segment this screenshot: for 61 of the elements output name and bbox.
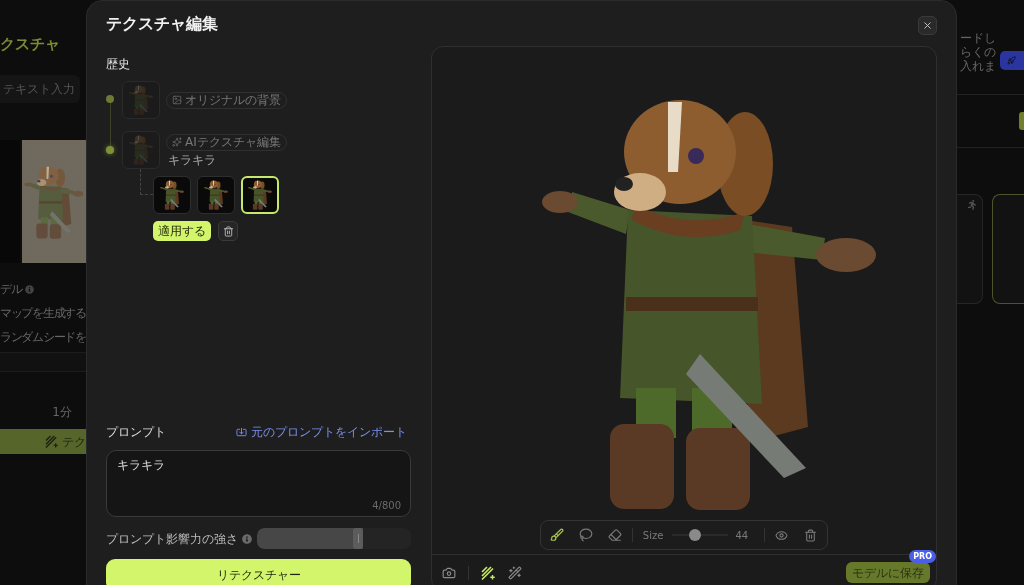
rocket-icon (1007, 56, 1016, 65)
notice-text: ードし らくの 入れま (959, 31, 996, 73)
slider-thumb[interactable] (353, 528, 364, 549)
magic-wand-icon (508, 565, 522, 580)
camera-icon (442, 565, 456, 580)
close-button[interactable] (918, 16, 937, 35)
dog-character-drawing (158, 180, 186, 210)
prompt-heading: プロンプト (106, 424, 166, 441)
retexture-button[interactable]: リテクスチャー (106, 559, 411, 585)
card[interactable] (992, 194, 1024, 304)
history-heading: 歴史 (106, 57, 130, 71)
sparkle-icon (172, 137, 182, 147)
brush-icon (549, 528, 564, 542)
variant-thumbnail[interactable] (197, 176, 235, 214)
info-icon (242, 533, 252, 544)
paint-tool-button[interactable] (606, 527, 623, 543)
stripes-sparkle-icon (481, 565, 495, 580)
option-label: マップを生成する (0, 306, 86, 321)
apply-button[interactable]: 適用する (153, 221, 211, 241)
accent-button[interactable] (1019, 112, 1024, 130)
import-icon (236, 426, 247, 438)
stripes-icon (45, 435, 58, 448)
dog-character-drawing (202, 180, 230, 210)
eye-icon (774, 528, 788, 542)
close-icon (922, 20, 933, 31)
size-label: Size (642, 528, 664, 543)
pro-badge: PRO (909, 550, 936, 563)
size-value: 44 (735, 528, 749, 543)
paint-tool-button[interactable] (577, 527, 594, 543)
panel-title: クスチャ (0, 36, 61, 52)
history-caption: キラキラ (167, 152, 216, 167)
trash-icon (803, 528, 817, 542)
duration-label: 1分 (52, 405, 73, 419)
dialog-title: テクスチャ編集 (106, 12, 218, 35)
timeline-line (109, 103, 111, 146)
delete-button[interactable] (218, 221, 238, 241)
import-prompt-link[interactable]: 元のプロンプトをインポート (236, 423, 407, 441)
character-counter: 4/800 (372, 499, 401, 513)
history-thumbnail[interactable] (122, 81, 160, 119)
variant-thumbnail[interactable] (153, 176, 191, 214)
slider-thumb[interactable] (688, 529, 701, 541)
paint-tool-button[interactable] (548, 527, 565, 543)
strength-label: プロンプト影響力の強さ (106, 530, 238, 548)
history-thumbnail[interactable] (122, 131, 160, 169)
running-figure-icon (967, 200, 977, 210)
view-tool-button[interactable] (480, 564, 496, 581)
clear-button[interactable] (802, 527, 819, 543)
image-icon (172, 95, 182, 105)
trash-icon (222, 225, 234, 237)
history-tag-text: オリジナルの背景 (185, 93, 281, 107)
image-thumbnail[interactable] (22, 140, 86, 263)
option-label: デル (0, 282, 22, 297)
dog-character-drawing (128, 85, 154, 115)
option-label: ランダムシードを (0, 330, 86, 345)
eraser-icon (607, 528, 622, 542)
strength-slider[interactable] (257, 528, 411, 549)
history-tag-text: AIテクスチャ編集 (185, 135, 281, 149)
dog-character-drawing (128, 135, 154, 165)
lasso-icon (578, 528, 593, 542)
dog-character-drawing (246, 180, 274, 210)
input-field[interactable] (0, 352, 86, 372)
